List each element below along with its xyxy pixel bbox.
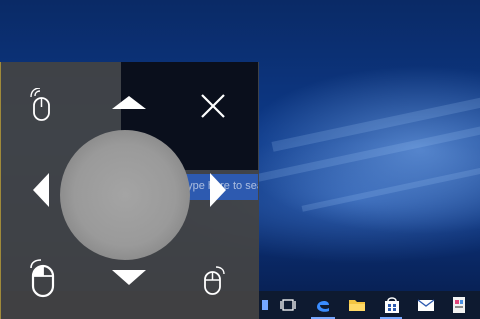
store-icon[interactable] [382,295,402,315]
scroll-mouse-icon[interactable] [26,88,54,122]
mail-icon[interactable] [416,295,436,315]
wallpaper-light-streak [301,164,480,212]
right-click-mouse-icon[interactable] [200,264,230,296]
left-click-mouse-icon[interactable] [26,258,60,300]
edge-icon[interactable] [313,295,333,315]
right-arrow[interactable] [210,173,226,207]
wallpaper-light-streak [271,94,480,152]
file-explorer-icon[interactable] [347,295,367,315]
left-arrow[interactable] [33,173,49,207]
joystick[interactable] [60,130,190,260]
down-arrow[interactable] [112,270,146,285]
app-icon[interactable] [449,295,469,315]
close-icon[interactable] [199,92,227,120]
up-arrow[interactable] [112,96,146,109]
task-view-icon[interactable] [278,295,298,315]
